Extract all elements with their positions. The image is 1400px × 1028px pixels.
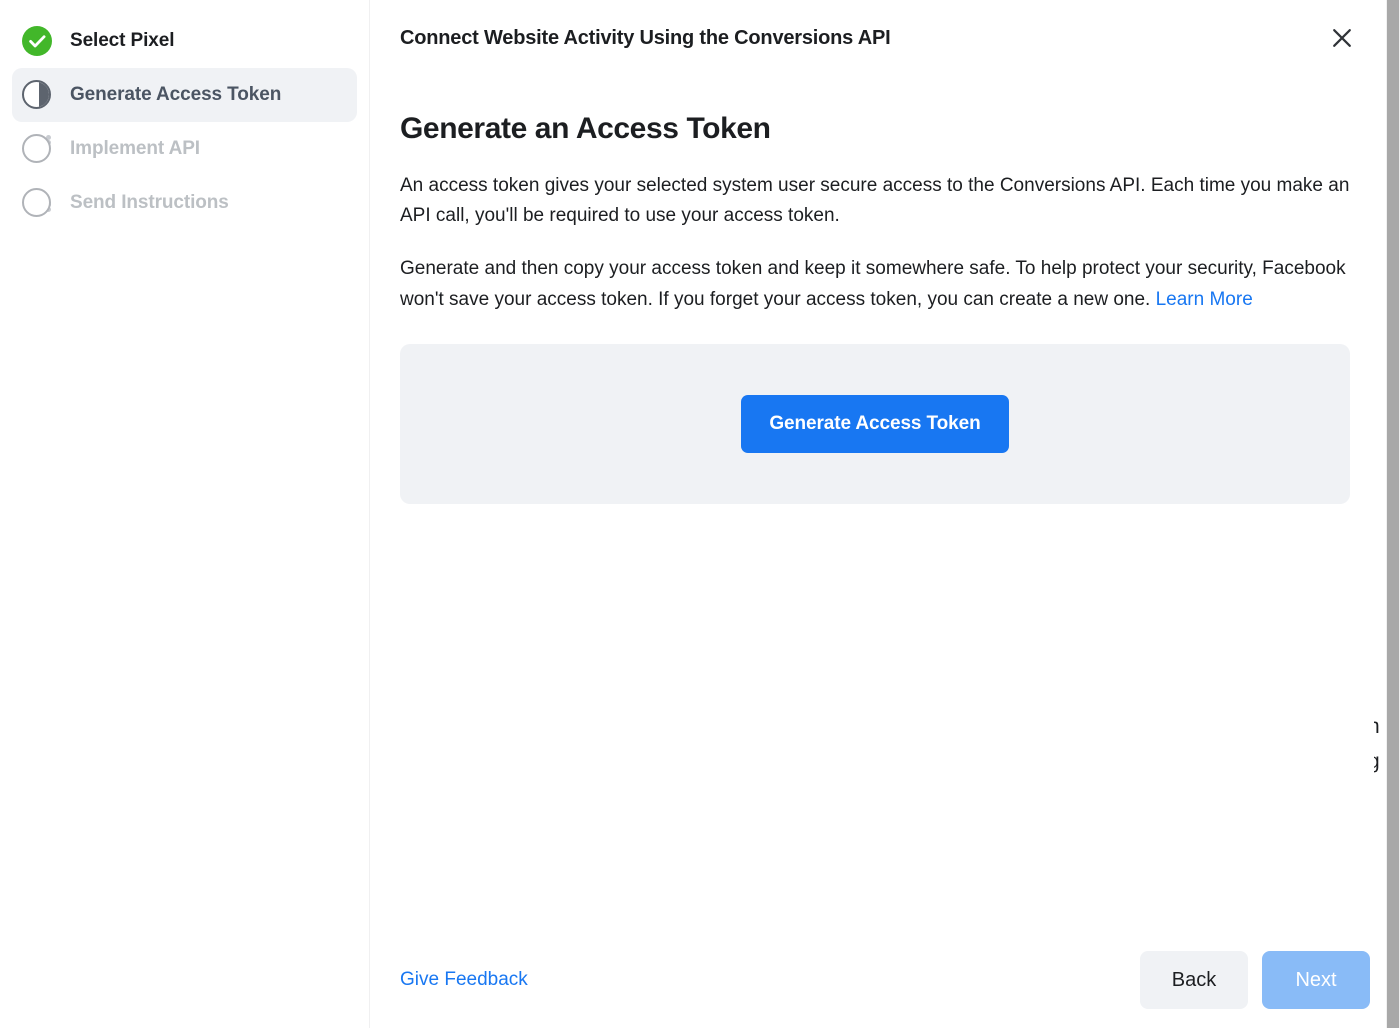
learn-more-link[interactable]: Learn More (1156, 289, 1253, 310)
close-icon (1333, 29, 1351, 47)
empty-circle-icon (22, 134, 51, 163)
step-list: Select Pixel Generate Access Token Imple… (12, 14, 357, 230)
dialog-footer: Give Feedback Back Next (370, 944, 1400, 1028)
conversions-api-dialog: Select Pixel Generate Access Token Imple… (0, 0, 1400, 1028)
next-button[interactable]: Next (1262, 951, 1370, 1009)
sidebar-step-implement-api: Implement API (12, 122, 357, 176)
dialog-body: Generate an Access Token An access token… (370, 76, 1400, 944)
step-sidebar: Select Pixel Generate Access Token Imple… (0, 0, 370, 1028)
dialog-header: Connect Website Activity Using the Conve… (370, 0, 1400, 76)
empty-circle-icon (22, 188, 51, 217)
sidebar-step-label: Send Instructions (70, 192, 229, 213)
back-button[interactable]: Back (1140, 951, 1248, 1009)
sidebar-step-send-instructions: Send Instructions (12, 176, 357, 230)
half-circle-icon (22, 80, 51, 109)
page-title: Generate an Access Token (400, 112, 771, 145)
sidebar-step-label: Select Pixel (70, 30, 175, 51)
step-icon-wrapper (22, 134, 52, 164)
generate-token-panel: Generate Access Token (400, 343, 1350, 504)
dialog-main: Connect Website Activity Using the Conve… (370, 0, 1400, 1028)
description-paragraph-1: An access token gives your selected syst… (400, 174, 1350, 227)
page-scrollbar-thumb[interactable] (1387, 0, 1399, 1028)
check-circle-icon (22, 26, 52, 56)
footer-actions: Back Next (1140, 951, 1370, 1009)
sidebar-step-select-pixel[interactable]: Select Pixel (12, 14, 357, 68)
description-paragraph-2: Generate and then copy your access token… (400, 254, 1350, 316)
page-scrollbar[interactable] (1386, 0, 1400, 1028)
generate-access-token-button[interactable]: Generate Access Token (741, 394, 1009, 453)
close-button[interactable] (1324, 20, 1360, 56)
sidebar-step-label: Implement API (70, 138, 200, 159)
step-icon-wrapper (22, 80, 52, 110)
sidebar-step-generate-access-token[interactable]: Generate Access Token (12, 68, 357, 122)
step-icon-wrapper (22, 188, 52, 218)
step-icon-wrapper (22, 26, 52, 56)
give-feedback-link[interactable]: Give Feedback (400, 969, 528, 991)
sidebar-step-label: Generate Access Token (70, 84, 282, 105)
dialog-title: Connect Website Activity Using the Conve… (400, 26, 891, 49)
